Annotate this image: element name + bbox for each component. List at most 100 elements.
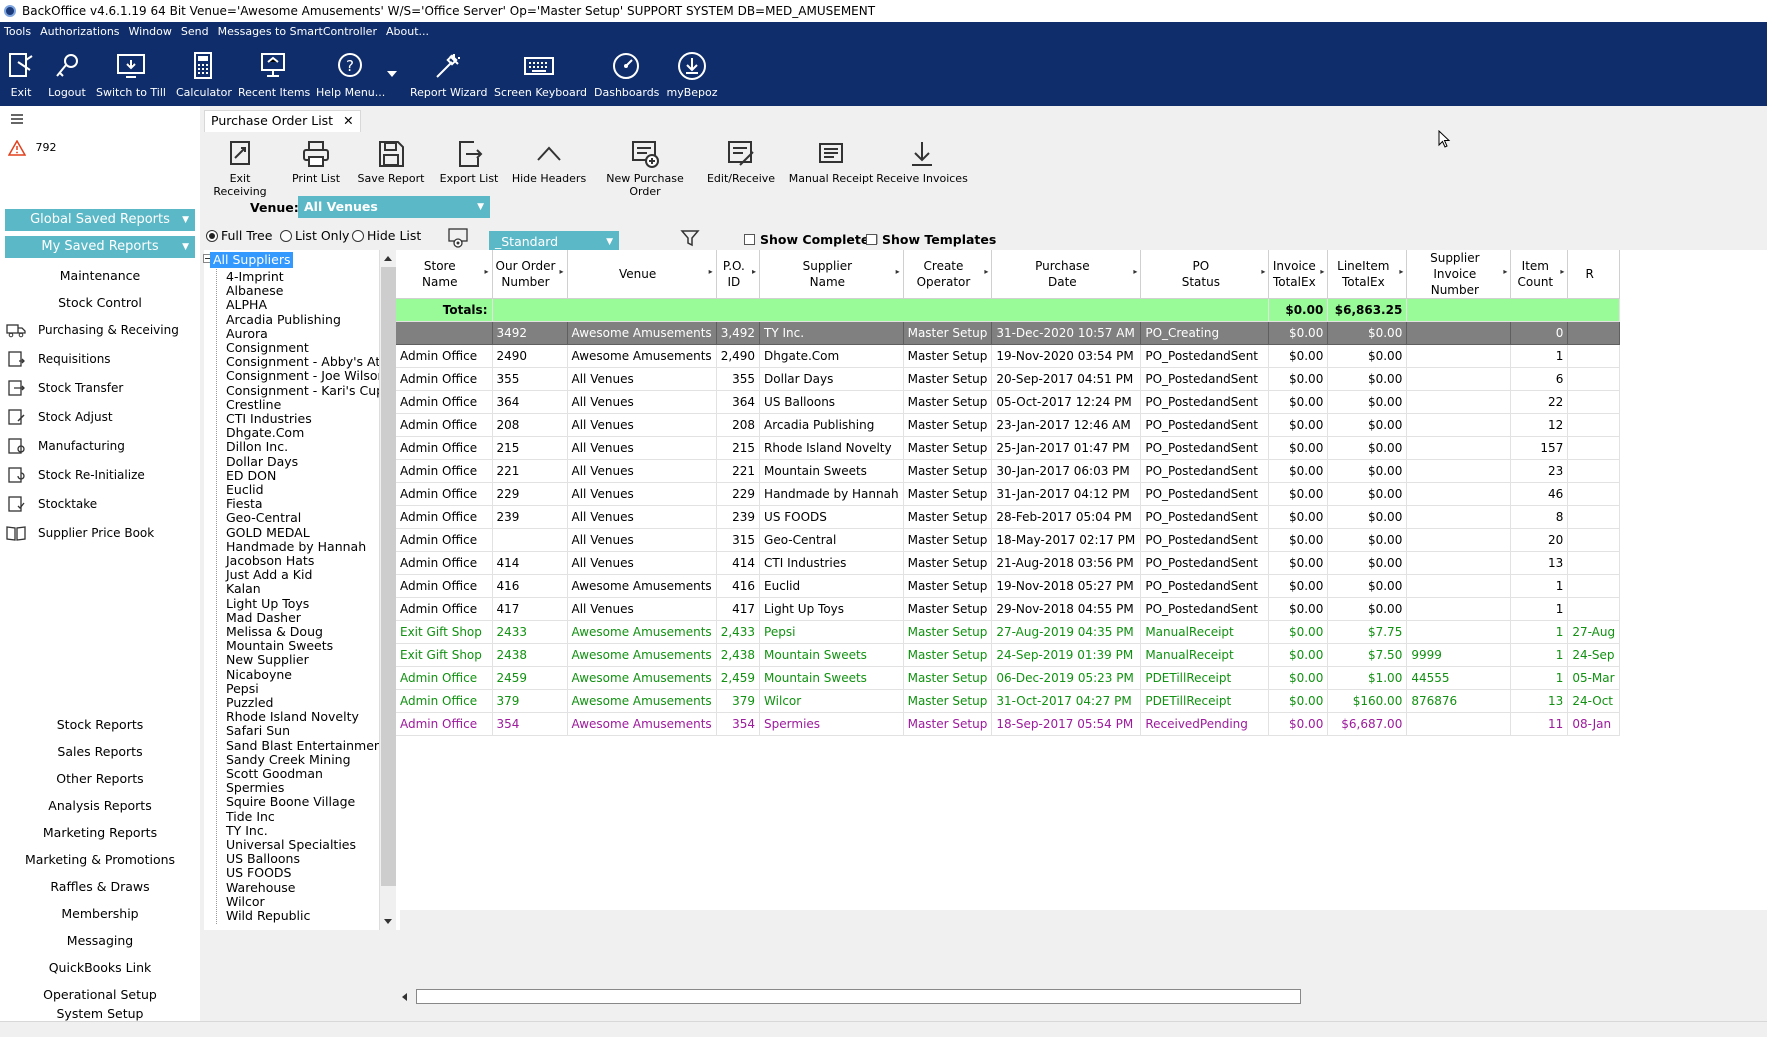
table-row[interactable]: Admin Office 414 All Venues 414 CTI Industri… (396, 551, 1621, 575)
nav-manufacturing[interactable]: Manufacturing (6, 438, 125, 454)
tree-item-supplier[interactable]: CTI Industries (226, 411, 312, 426)
tree-item-supplier[interactable]: Fiesta (226, 496, 263, 511)
grid-scroll-thumb[interactable] (416, 989, 1301, 1004)
tree-item-supplier[interactable]: Universal Specialties (226, 837, 356, 852)
menu-window[interactable]: Window (129, 22, 172, 42)
tree-item-supplier[interactable]: TY Inc. (226, 823, 268, 838)
tree-item-supplier[interactable]: Wild Republic (226, 908, 310, 923)
tree-item-supplier[interactable]: Arcadia Publishing (226, 312, 341, 327)
tree-item-supplier[interactable]: 4-Imprint (226, 269, 284, 284)
column-pin-icon[interactable]: ▸ (896, 264, 900, 280)
tree-item-supplier[interactable]: Dillon Inc. (226, 439, 288, 454)
help-menu-button[interactable]: ? Help Menu... (316, 42, 385, 106)
show-templates-checkbox[interactable]: Show Templates (866, 232, 996, 247)
show-completed-checkbox[interactable]: Show Completed (744, 232, 878, 247)
column-header[interactable]: Supplier Invoice Number ▸ (1406, 250, 1512, 299)
column-pin-icon[interactable]: ▸ (752, 264, 756, 280)
nav-other-reports[interactable]: Other Reports (0, 771, 200, 786)
column-header[interactable]: Item Count ▸ (1510, 250, 1569, 299)
tree-item-supplier[interactable]: New Supplier (226, 652, 309, 667)
column-header[interactable]: LineItem TotalEx ▸ (1327, 250, 1408, 299)
tree-item-supplier[interactable]: Consignment (226, 340, 309, 355)
table-row[interactable]: Admin Office 416 Awesome Amusements 416 Eucl… (396, 574, 1621, 598)
column-header[interactable]: R (1567, 250, 1621, 299)
tree-item-supplier[interactable]: Consignment - Joe Wilson (226, 368, 385, 383)
table-row[interactable]: Admin Office 379 Awesome Amusements 379 Wilc… (396, 689, 1621, 713)
tree-item-supplier[interactable]: US FOODS (226, 865, 292, 880)
table-row[interactable]: Admin Office 355 All Venues 355 Dollar Days M… (396, 367, 1621, 391)
nav-marketing-promotions[interactable]: Marketing & Promotions (0, 852, 200, 867)
table-row[interactable]: Admin Office 208 All Venues 208 Arcadia Publ… (396, 413, 1621, 437)
column-pin-icon[interactable]: ▸ (1503, 264, 1507, 280)
tree-item-supplier[interactable]: ALPHA (226, 297, 267, 312)
column-header[interactable]: Store Name ▸ (396, 250, 493, 299)
full-tree-radio[interactable]: Full Tree (206, 228, 272, 243)
tree-item-supplier[interactable]: Aurora (226, 326, 268, 341)
menu-authorizations[interactable]: Authorizations (40, 22, 119, 42)
tree-item-supplier[interactable]: Scott Goodman (226, 766, 323, 781)
tree-item-supplier[interactable]: Dollar Days (226, 454, 298, 469)
nav-messaging[interactable]: Messaging (0, 933, 200, 948)
table-row[interactable]: Admin Office 2490 Awesome Amusements 2,490 D… (396, 344, 1621, 368)
column-header[interactable]: Supplier Name ▸ (759, 250, 904, 299)
table-row[interactable]: Admin Office 221 All Venues 221 Mountain Swe… (396, 459, 1621, 483)
tree-item-supplier[interactable]: Mountain Sweets (226, 638, 333, 653)
nav-requisitions[interactable]: Requisitions (6, 351, 111, 367)
edit-receive-button[interactable]: Edit/Receive (700, 140, 782, 185)
scroll-down-icon[interactable] (383, 918, 393, 926)
nav-analysis-reports[interactable]: Analysis Reports (0, 798, 200, 813)
tree-item-supplier[interactable]: Nicaboyne (226, 667, 292, 682)
nav-stock-adjust[interactable]: Stock Adjust (6, 409, 113, 425)
column-header[interactable]: Venue ▸ (567, 250, 717, 299)
table-row[interactable]: Admin Office 2459 Awesome Amusements 2,459 M… (396, 666, 1621, 690)
tree-item-supplier[interactable]: Melissa & Doug (226, 624, 323, 639)
column-pin-icon[interactable]: ▸ (1320, 264, 1324, 280)
nav-supplier-price-book[interactable]: Supplier Price Book (6, 525, 154, 541)
tree-item-supplier[interactable]: Squire Boone Village (226, 794, 355, 809)
nav-sales-reports[interactable]: Sales Reports (0, 744, 200, 759)
table-row[interactable]: Admin Office 364 All Venues 364 US Balloons M… (396, 390, 1621, 414)
screen-keyboard-button[interactable]: Screen Keyboard (494, 42, 587, 106)
tree-item-supplier[interactable]: Crestline (226, 397, 281, 412)
tree-item-supplier[interactable]: Sandy Creek Mining (226, 752, 351, 767)
nav-system-setup[interactable]: System Setup (0, 1006, 200, 1021)
tree-scrollbar[interactable] (379, 250, 396, 930)
save-report-button[interactable]: Save Report (356, 140, 426, 185)
scroll-left-icon[interactable] (400, 992, 408, 1002)
table-row[interactable]: Admin Office 239 All Venues 239 US FOODS Mast… (396, 505, 1621, 529)
close-tab-icon[interactable]: ✕ (343, 113, 353, 128)
table-row[interactable]: Exit Gift Shop 2433 Awesome Amusements 2,43… (396, 620, 1621, 644)
filter-icon[interactable] (680, 228, 700, 248)
help-menu-dropdown[interactable] (384, 42, 400, 106)
nav-stocktake[interactable]: Stocktake (6, 496, 97, 512)
list-only-radio[interactable]: List Only (280, 228, 349, 243)
column-chooser-icon[interactable] (448, 228, 470, 248)
grid-horizontal-scrollbar[interactable] (396, 988, 1767, 1005)
menu-send[interactable]: Send (181, 22, 209, 42)
tree-root-all-suppliers[interactable]: All Suppliers (210, 252, 294, 268)
table-row[interactable]: Admin Office 229 All Venues 229 Handmade by … (396, 482, 1621, 506)
tree-item-supplier[interactable]: Consignment - Abby's Attic (226, 354, 396, 369)
tree-item-supplier[interactable]: Kalan (226, 581, 261, 596)
report-wizard-button[interactable]: Report Wizard (410, 42, 487, 106)
column-pin-icon[interactable]: ▸ (484, 264, 488, 280)
table-row[interactable]: 3492 Awesome Amusements 3,492 TY Inc. Master… (396, 321, 1621, 345)
column-pin-icon[interactable]: ▸ (709, 264, 713, 280)
menu-messages[interactable]: Messages to SmartController (218, 22, 377, 42)
tree-item-supplier[interactable]: US Balloons (226, 851, 300, 866)
tree-item-supplier[interactable]: Consignment - Kari's Cups (226, 383, 391, 398)
tree-item-supplier[interactable]: ED DON (226, 468, 276, 483)
nav-marketing-reports[interactable]: Marketing Reports (0, 825, 200, 840)
logout-button[interactable]: Logout (44, 42, 90, 106)
alert-indicator[interactable]: 792 (8, 140, 57, 156)
tree-item-supplier[interactable]: Sand Blast Entertainment (226, 738, 387, 753)
switch-to-till-button[interactable]: Switch to Till (96, 42, 166, 106)
tree-item-supplier[interactable]: Light Up Toys (226, 596, 309, 611)
table-row[interactable]: Admin Office 354 Awesome Amusements 354 Sper… (396, 712, 1621, 736)
tree-item-supplier[interactable]: Geo-Central (226, 510, 301, 525)
column-header[interactable]: PO Status ▸ (1140, 250, 1270, 299)
tree-item-supplier[interactable]: Pepsi (226, 681, 259, 696)
my-saved-reports-dropdown[interactable]: My Saved Reports ▼ (5, 236, 195, 258)
tree-item-supplier[interactable]: Jacobson Hats (226, 553, 314, 568)
export-list-button[interactable]: Export List (436, 140, 502, 185)
